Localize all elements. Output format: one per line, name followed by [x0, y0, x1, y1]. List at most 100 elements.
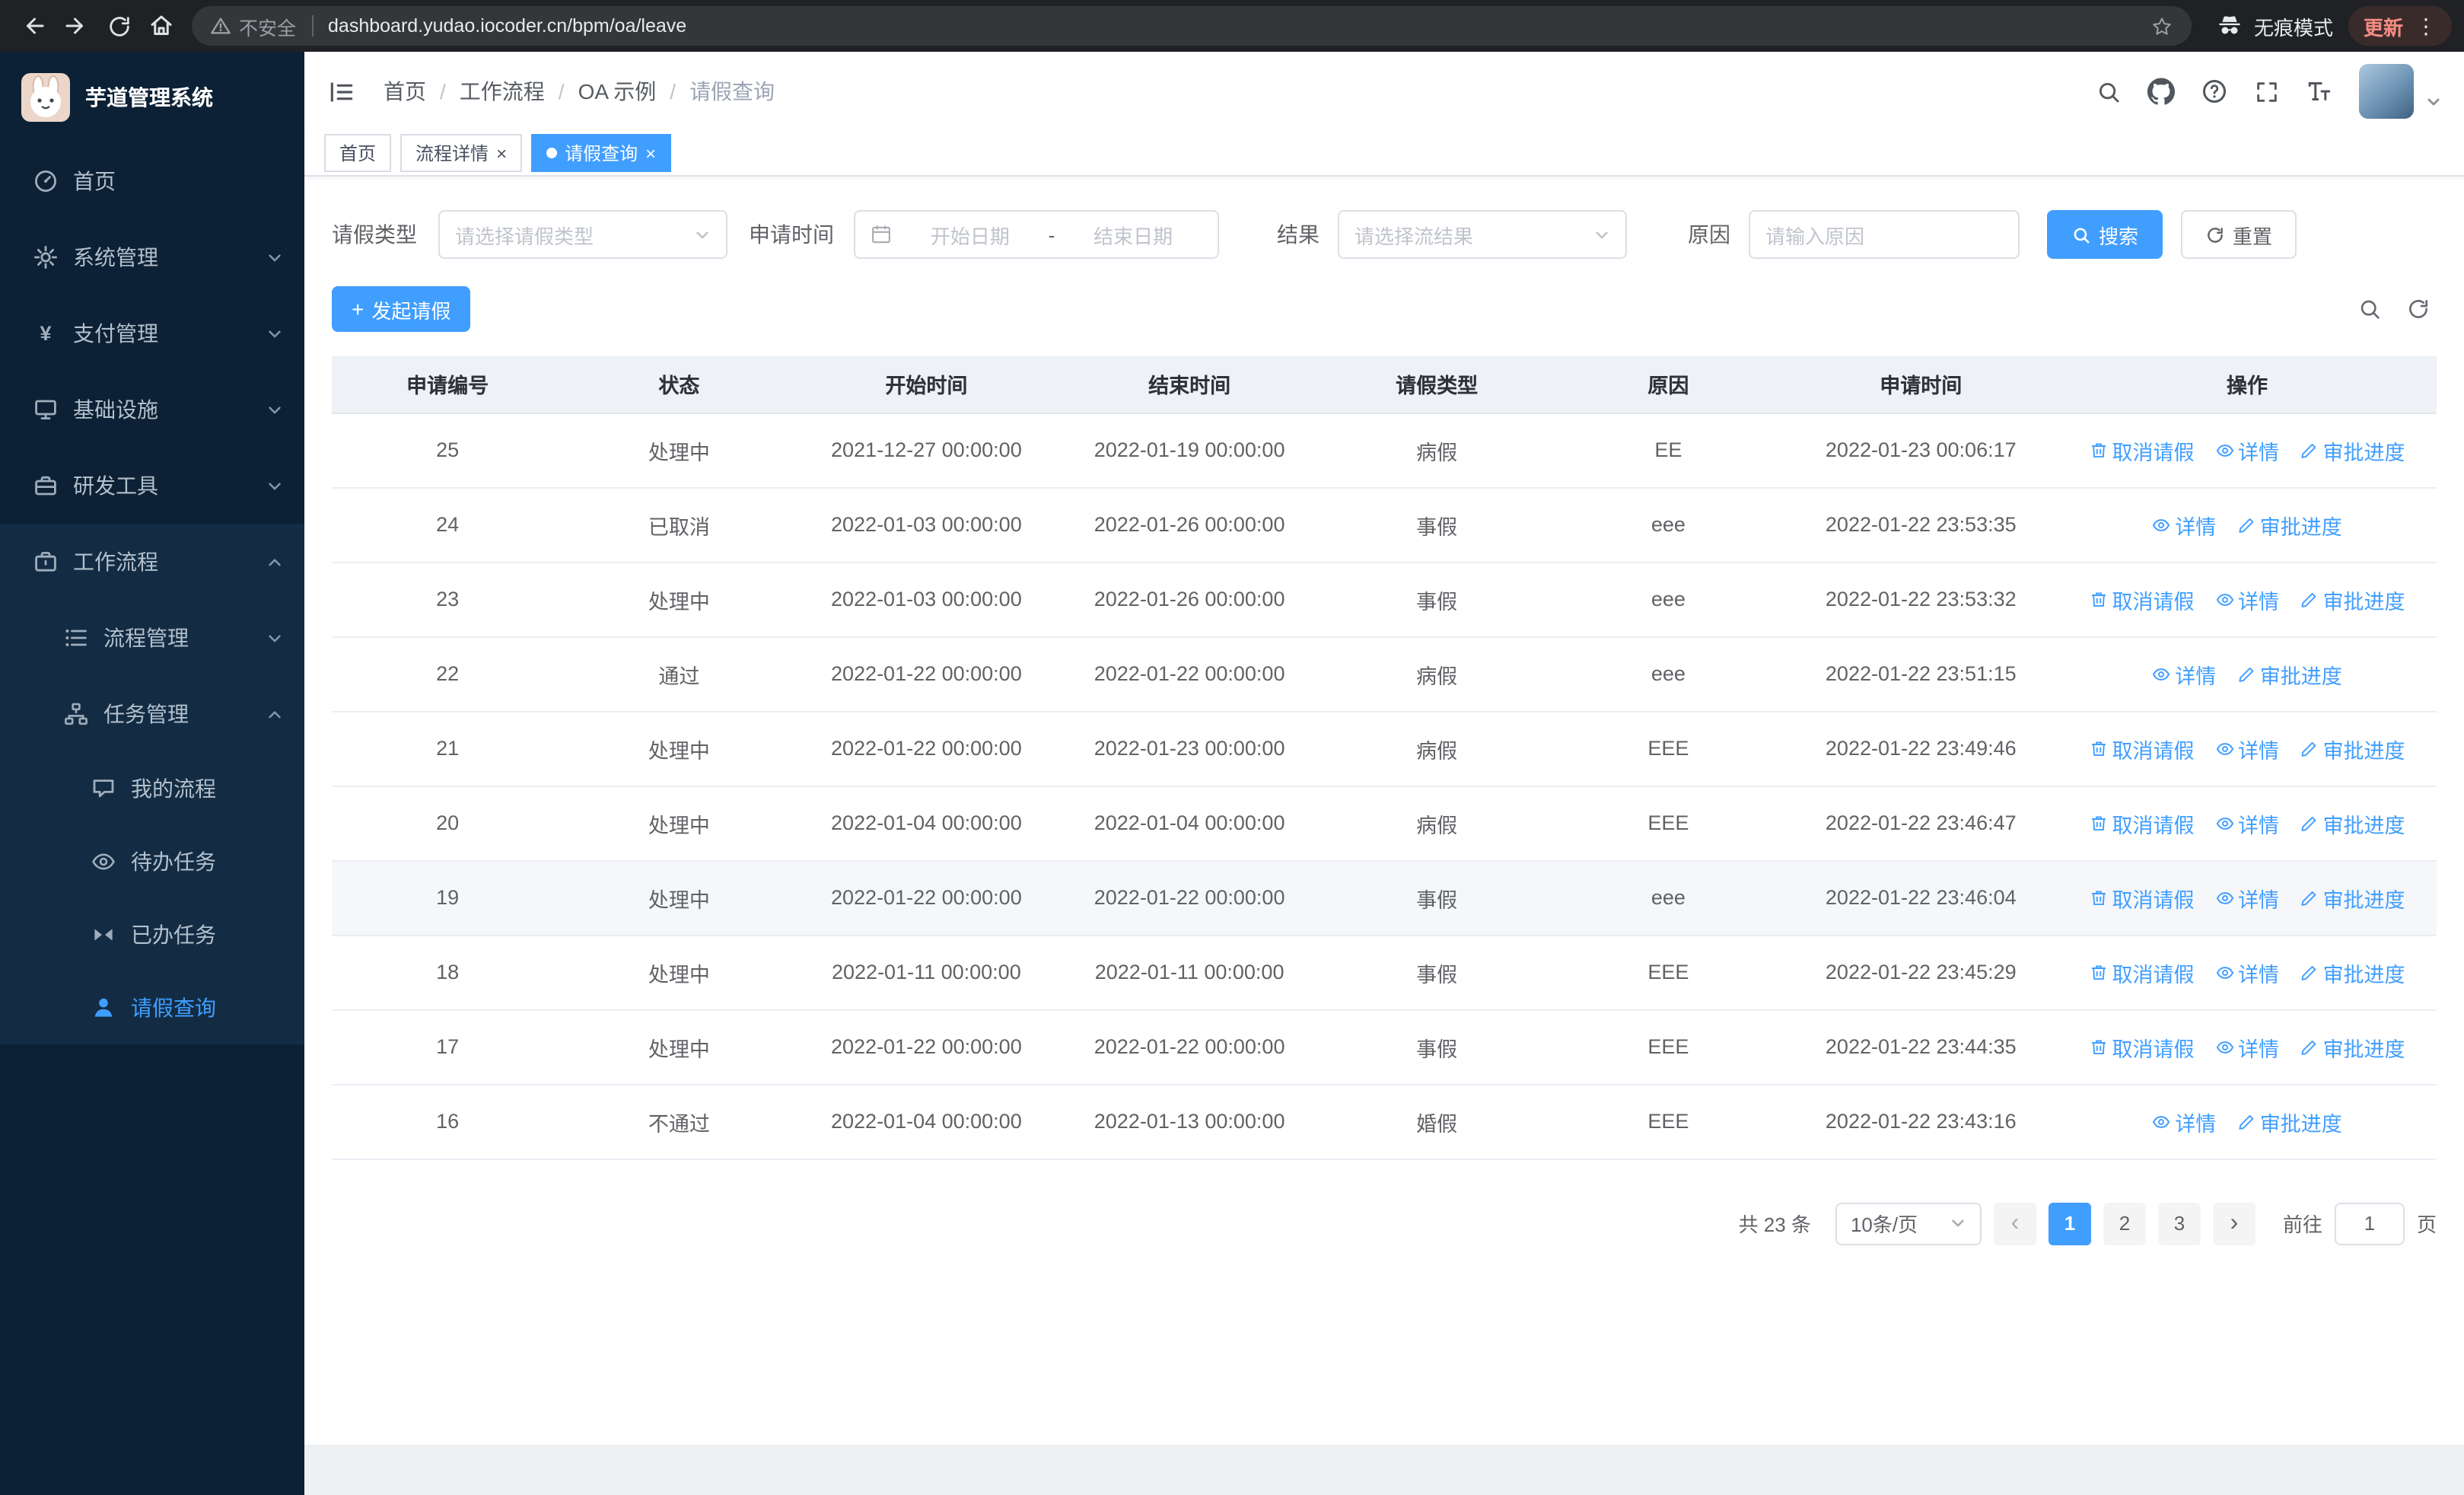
detail-link[interactable]: 详情	[2152, 658, 2216, 689]
sidebar-item-home[interactable]: 首页	[0, 143, 304, 219]
cancel-leave-link[interactable]: 取消请假	[2090, 733, 2195, 763]
cancel-leave-link[interactable]: 取消请假	[2090, 1031, 2195, 1062]
browser-forward-button[interactable]	[55, 5, 97, 47]
create-leave-button[interactable]: + 发起请假	[332, 286, 471, 332]
github-icon[interactable]	[2147, 78, 2175, 105]
detail-link[interactable]: 详情	[2152, 1106, 2216, 1136]
tab-process-detail[interactable]: 流程详情 ×	[400, 134, 523, 172]
progress-link[interactable]: 审批进度	[2300, 584, 2405, 614]
table-row[interactable]: 17 处理中 2022-01-22 00:00:00 2022-01-22 00…	[332, 1009, 2437, 1085]
cancel-leave-link[interactable]: 取消请假	[2090, 882, 2195, 913]
breadcrumb-separator: /	[670, 79, 676, 104]
progress-link[interactable]: 审批进度	[2300, 882, 2405, 913]
sidebar-item-system[interactable]: 系统管理	[0, 219, 304, 295]
sidebar-item-process-management[interactable]: 流程管理	[0, 600, 304, 676]
reset-button[interactable]: 重置	[2181, 210, 2297, 259]
search-icon[interactable]	[2096, 78, 2122, 104]
table-row[interactable]: 24 已取消 2022-01-03 00:00:00 2022-01-26 00…	[332, 487, 2437, 563]
app-logo-row[interactable]: 芋道管理系统	[0, 52, 304, 143]
progress-link[interactable]: 审批进度	[2300, 733, 2405, 763]
detail-link[interactable]: 详情	[2215, 435, 2279, 465]
detail-link[interactable]: 详情	[2215, 1031, 2279, 1062]
page-button-1[interactable]: 1	[2048, 1202, 2091, 1245]
sidebar-item-devtools[interactable]: 研发工具	[0, 448, 304, 524]
table-row[interactable]: 21 处理中 2022-01-22 00:00:00 2022-01-23 00…	[332, 711, 2437, 786]
close-icon[interactable]: ×	[645, 144, 656, 162]
sidebar-item-my-process[interactable]: 我的流程	[0, 752, 304, 825]
progress-link[interactable]: 审批进度	[2237, 509, 2342, 540]
table-row[interactable]: 18 处理中 2022-01-11 00:00:00 2022-01-11 00…	[332, 935, 2437, 1010]
breadcrumb-oa-example[interactable]: OA 示例	[578, 76, 657, 107]
chevron-down-icon[interactable]	[2426, 94, 2441, 110]
progress-link[interactable]: 审批进度	[2300, 808, 2405, 838]
breadcrumb-workflow[interactable]: 工作流程	[460, 76, 545, 107]
detail-link[interactable]: 详情	[2215, 882, 2279, 913]
cancel-leave-link[interactable]: 取消请假	[2090, 808, 2195, 838]
incognito-badge: 无痕模式	[2216, 11, 2333, 40]
pen-icon	[2239, 518, 2254, 532]
result-select[interactable]: 请选择流结果	[1338, 210, 1627, 259]
cancel-leave-link[interactable]: 取消请假	[2090, 435, 2195, 465]
eye-icon	[91, 850, 116, 874]
browser-home-button[interactable]	[140, 5, 183, 47]
sidebar-item-payment[interactable]: ¥ 支付管理	[0, 295, 304, 371]
chrome-update-button[interactable]: 更新 ⋮	[2348, 6, 2452, 46]
table-row[interactable]: 19 处理中 2022-01-22 00:00:00 2022-01-22 00…	[332, 860, 2437, 936]
address-bar[interactable]: 不安全 dashboard.yudao.iocoder.cn/bpm/oa/le…	[192, 6, 2192, 46]
kebab-menu-icon[interactable]: ⋮	[2415, 13, 2437, 39]
browser-back-button[interactable]	[12, 5, 55, 47]
reason-input[interactable]: 请输入原因	[1749, 210, 2020, 259]
search-button[interactable]: 搜索	[2047, 210, 2163, 259]
cancel-leave-link[interactable]: 取消请假	[2090, 957, 2195, 987]
eye-icon	[2215, 1041, 2233, 1053]
help-icon[interactable]	[2201, 78, 2228, 105]
next-page-button[interactable]: ›	[2212, 1202, 2255, 1245]
table-row[interactable]: 23 处理中 2022-01-03 00:00:00 2022-01-26 00…	[332, 562, 2437, 637]
security-warning[interactable]: 不安全	[210, 11, 296, 40]
sidebar-item-todo-tasks[interactable]: 待办任务	[0, 825, 304, 898]
progress-link[interactable]: 审批进度	[2237, 658, 2342, 689]
leave-type-select[interactable]: 请选择请假类型	[438, 210, 727, 259]
sidebar-item-leave-query[interactable]: 请假查询	[0, 971, 304, 1044]
cancel-leave-link[interactable]: 取消请假	[2090, 584, 2195, 614]
progress-link[interactable]: 审批进度	[2300, 1031, 2405, 1062]
sidebar-item-infrastructure[interactable]: 基础设施	[0, 371, 304, 448]
font-size-icon[interactable]	[2306, 78, 2333, 105]
goto-page-input[interactable]	[2334, 1202, 2405, 1245]
progress-link[interactable]: 审批进度	[2237, 1106, 2342, 1136]
sidebar-item-label: 工作流程	[73, 550, 158, 574]
table-row[interactable]: 16 不通过 2022-01-04 00:00:00 2022-01-13 00…	[332, 1084, 2437, 1159]
prev-page-button[interactable]: ‹	[1993, 1202, 2036, 1245]
menu-fold-icon[interactable]	[327, 77, 356, 106]
bookmark-star-icon[interactable]	[2150, 14, 2173, 37]
progress-link[interactable]: 审批进度	[2300, 957, 2405, 987]
sidebar-item-task-management[interactable]: 任务管理	[0, 676, 304, 752]
breadcrumb-current: 请假查询	[689, 79, 775, 104]
table-row[interactable]: 25 处理中 2021-12-27 00:00:00 2022-01-19 00…	[332, 413, 2437, 488]
table-search-icon[interactable]	[2357, 297, 2382, 321]
fullscreen-icon[interactable]	[2254, 78, 2280, 104]
page-button-2[interactable]: 2	[2103, 1202, 2146, 1245]
sidebar-item-workflow[interactable]: 工作流程	[0, 524, 304, 600]
detail-link[interactable]: 详情	[2215, 584, 2279, 614]
tab-leave-query[interactable]: 请假查询 ×	[531, 134, 672, 172]
table-row[interactable]: 22 通过 2022-01-22 00:00:00 2022-01-22 00:…	[332, 636, 2437, 712]
breadcrumb-home[interactable]: 首页	[384, 76, 426, 107]
sidebar-item-done-tasks[interactable]: 已办任务	[0, 898, 304, 971]
close-icon[interactable]: ×	[496, 144, 507, 162]
update-label: 更新	[2363, 16, 2403, 39]
browser-refresh-button[interactable]	[97, 5, 140, 47]
detail-link[interactable]: 详情	[2215, 957, 2279, 987]
detail-link[interactable]: 详情	[2152, 509, 2216, 540]
avatar[interactable]	[2359, 64, 2414, 119]
table-refresh-icon[interactable]	[2406, 297, 2431, 321]
detail-link[interactable]: 详情	[2215, 733, 2279, 763]
tab-home[interactable]: 首页	[324, 134, 392, 172]
progress-link[interactable]: 审批进度	[2300, 435, 2405, 465]
end-date-placeholder: 结束日期	[1094, 225, 1173, 247]
apply-time-range-picker[interactable]: 开始日期 - 结束日期	[854, 210, 1219, 259]
detail-link[interactable]: 详情	[2215, 808, 2279, 838]
table-row[interactable]: 20 处理中 2022-01-04 00:00:00 2022-01-04 00…	[332, 786, 2437, 861]
page-button-3[interactable]: 3	[2157, 1202, 2201, 1245]
page-size-select[interactable]: 10条/页	[1835, 1202, 1982, 1245]
